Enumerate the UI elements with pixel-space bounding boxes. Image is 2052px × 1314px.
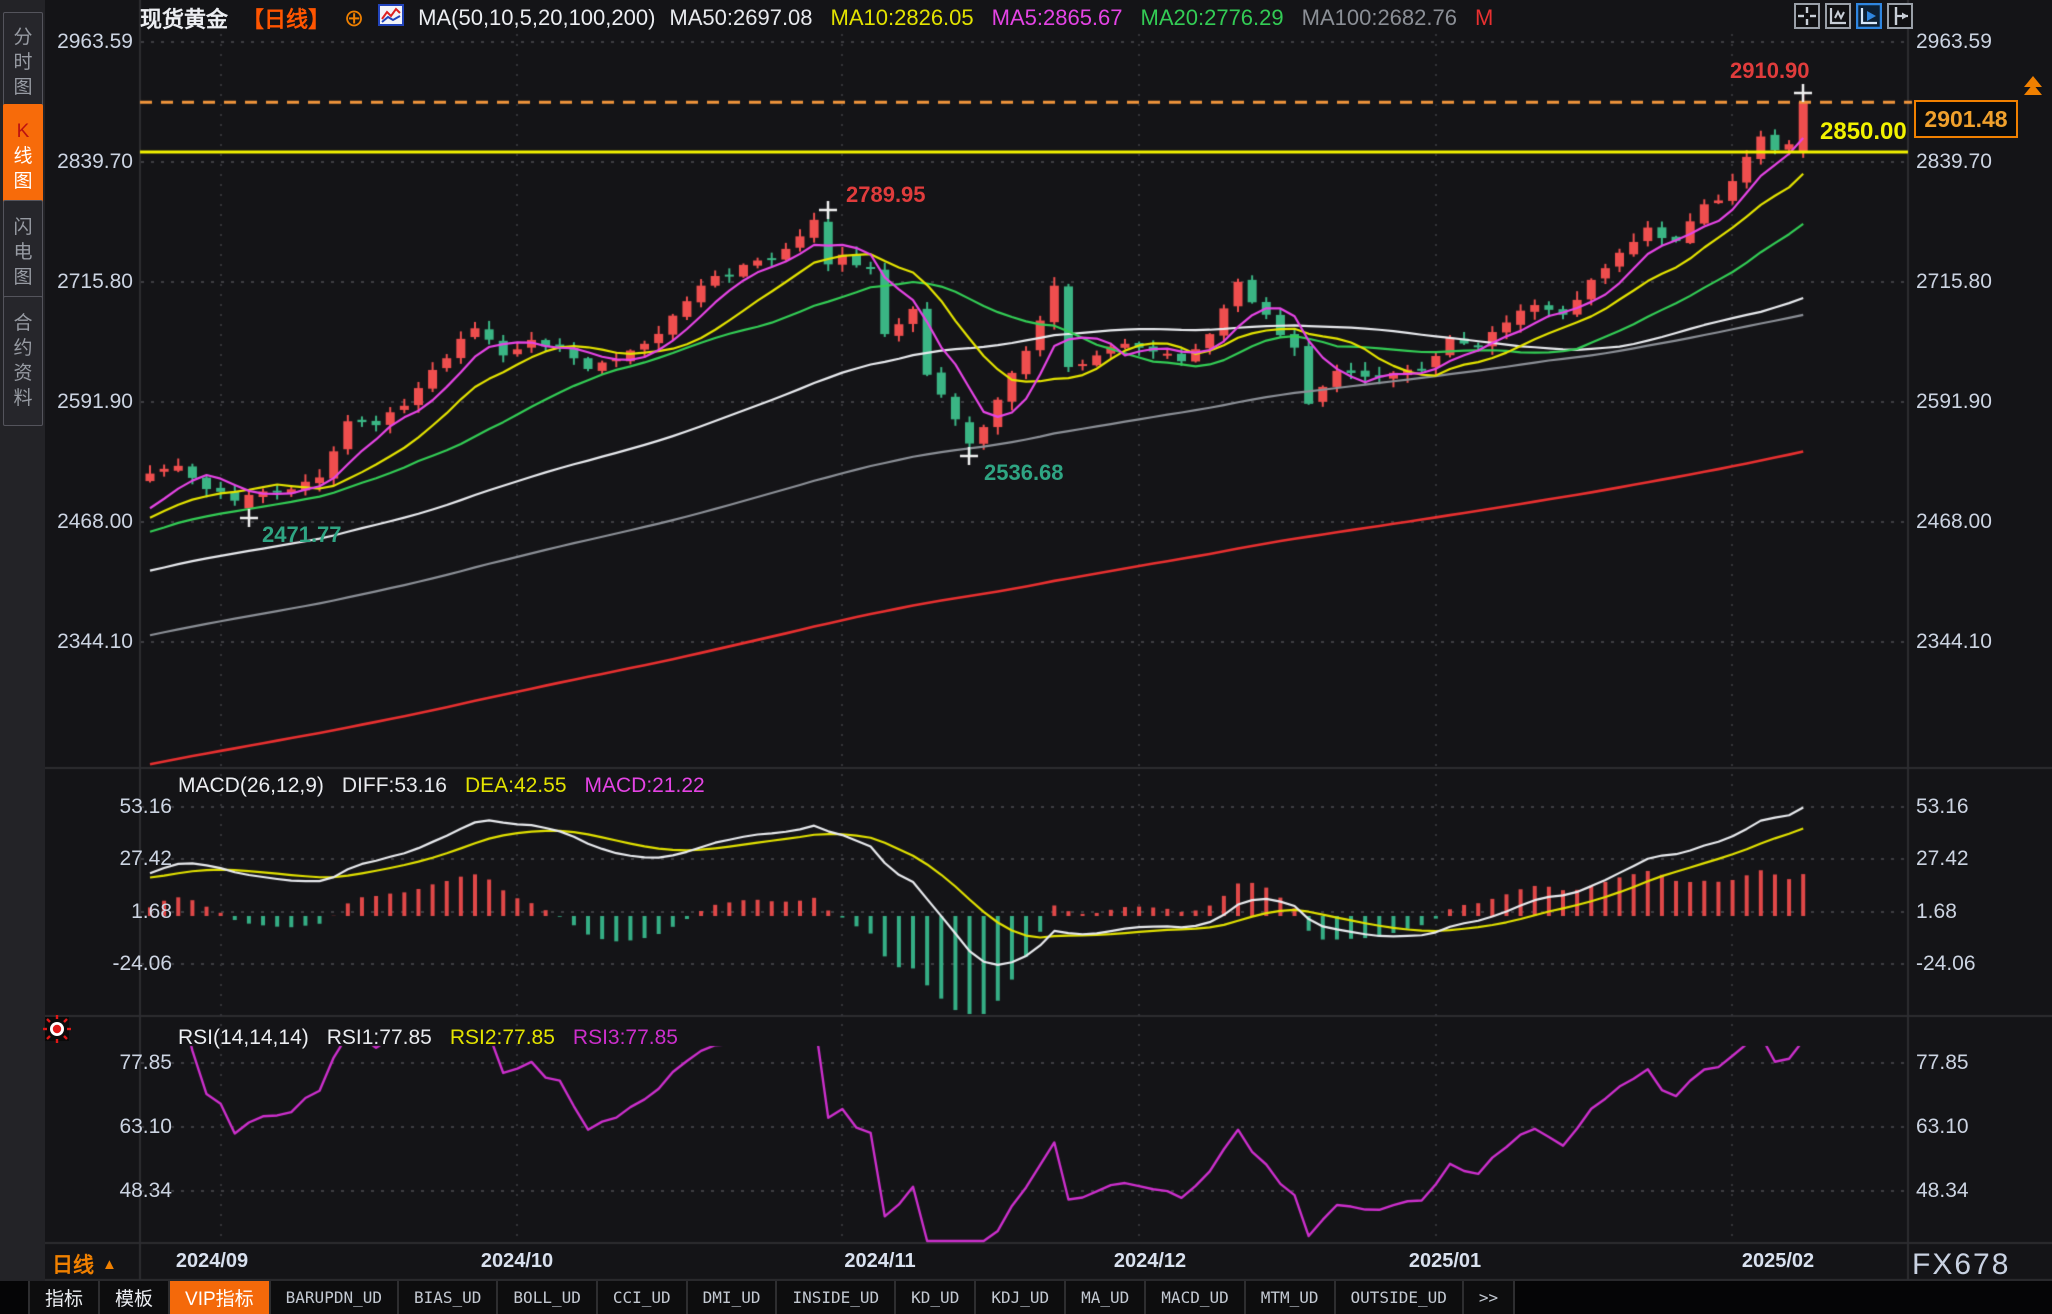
- sidebar-tab-char: 电: [13, 240, 32, 265]
- indicator-value: RSI1:77.85: [327, 1026, 432, 1050]
- indicator-alarm-icon[interactable]: [42, 1014, 72, 1049]
- ma-value: MA20:2776.29: [1141, 5, 1284, 31]
- axis-tick-label: 2591.90: [1916, 389, 2048, 415]
- axis-tick-label: 2715.80: [1916, 269, 2048, 295]
- ma-value: MA50:2697.08: [669, 5, 812, 31]
- sidebar-tab-char: 约: [13, 336, 32, 361]
- axis-play-icon[interactable]: [1856, 3, 1882, 29]
- bottom-tab-inside_ud[interactable]: INSIDE_UD: [777, 1281, 896, 1314]
- rsi-title: RSI(14,14,14): [178, 1026, 309, 1050]
- axis-tick-label: 2839.70: [0, 149, 133, 175]
- bottom-tab-boll_ud[interactable]: BOLL_UD: [498, 1281, 597, 1314]
- axis-tick-label: 2591.90: [0, 389, 133, 415]
- bottom-tab-bias_ud[interactable]: BIAS_UD: [399, 1281, 498, 1314]
- indicator-value: RSI3:77.85: [573, 1026, 678, 1050]
- axis-tick-label: 2839.70: [1916, 149, 2048, 175]
- axis-tick-label: 2468.00: [0, 509, 133, 535]
- axis-tick-label: 1.68: [0, 899, 172, 925]
- bottom-tab-mtm_ud[interactable]: MTM_UD: [1246, 1281, 1336, 1314]
- axis-tick-label: -24.06: [0, 951, 172, 977]
- bottom-tab-macd_ud[interactable]: MACD_UD: [1146, 1281, 1245, 1314]
- indicator-value: DEA:42.55: [465, 774, 567, 798]
- bottom-tab-kd_ud[interactable]: KD_UD: [896, 1281, 976, 1314]
- sidebar-tab-char: 资: [13, 361, 32, 386]
- axis-tick-label: 2344.10: [1916, 629, 2048, 655]
- axis-tick-label: 48.34: [1916, 1178, 2048, 1204]
- sidebar-tab-char: 闪: [13, 215, 32, 240]
- mini-chart-icon[interactable]: [378, 3, 404, 33]
- last-price-tag: 2901.48: [1914, 100, 2018, 138]
- axis-tick-label: 27.42: [1916, 846, 2048, 872]
- sidebar-tab-char: K: [17, 119, 30, 144]
- watermark: FX678: [1912, 1248, 2010, 1282]
- app-window: 分时图K线图闪电图合约资料 现货黄金 【日线】 ⊕ MA(50,10,5,20,…: [0, 0, 2052, 1314]
- axis-tick-label: 77.85: [0, 1050, 172, 1076]
- sidebar-tab-1[interactable]: 分时图: [3, 12, 43, 112]
- bottom-tab-dmi_ud[interactable]: DMI_UD: [688, 1281, 778, 1314]
- bottom-tab-ma_ud[interactable]: MA_UD: [1066, 1281, 1146, 1314]
- bottom-tab-kdj_ud[interactable]: KDJ_UD: [976, 1281, 1066, 1314]
- ma-value: M: [1475, 5, 1493, 31]
- ma-group-label: MA(50,10,5,20,100,200): [418, 5, 655, 31]
- price-annotation: 2910.90: [1730, 58, 1810, 84]
- axis-tick-label: 2963.59: [1916, 29, 2048, 55]
- bottom-tab-outside_ud[interactable]: OUTSIDE_UD: [1336, 1281, 1464, 1314]
- indicator-value: RSI2:77.85: [450, 1026, 555, 1050]
- sidebar-tab-char: 图: [13, 75, 32, 100]
- triangle-up-icon: ▲: [102, 1256, 117, 1273]
- axis-tick-label: 77.85: [1916, 1050, 2048, 1076]
- bottom-tab-cci_ud[interactable]: CCI_UD: [598, 1281, 688, 1314]
- month-label: 2025/02: [1742, 1250, 1814, 1273]
- ma-value: MA10:2826.05: [831, 5, 974, 31]
- macd-title: MACD(26,12,9): [178, 774, 324, 798]
- month-label: 2025/01: [1409, 1250, 1481, 1273]
- axis-tick-label: 63.10: [1916, 1114, 2048, 1140]
- price-annotation: 2789.95: [846, 182, 926, 208]
- bottom-tab-[interactable]: 指标: [28, 1281, 100, 1314]
- period-selector[interactable]: 日线 ▲: [52, 1249, 117, 1279]
- ma-value: MA5:2865.67: [992, 5, 1123, 31]
- horizontal-line-label: 2850.00: [1820, 118, 1907, 146]
- bottom-tab-[interactable]: >>: [1464, 1281, 1515, 1314]
- price-annotation: 2536.68: [984, 460, 1064, 486]
- ma-values: MA50:2697.08 MA10:2826.05 MA5:2865.67 MA20:…: [669, 5, 1493, 31]
- bottom-tab-vip[interactable]: VIP指标: [170, 1281, 271, 1314]
- axis-tick-label: 2468.00: [1916, 509, 2048, 535]
- axis-tick-label: 1.68: [1916, 899, 2048, 925]
- period-selector-label: 日线: [52, 1249, 94, 1279]
- ma-value: MA100:2682.76: [1302, 5, 1457, 31]
- bottom-tab-[interactable]: 模板: [100, 1281, 170, 1314]
- indicator-tabbar: 指标模板VIP指标BARUPDN_UDBIAS_UDBOLL_UDCCI_UDD…: [0, 1281, 2052, 1314]
- bottom-tab-barupdn_ud[interactable]: BARUPDN_UD: [271, 1281, 399, 1314]
- axis-tick-label: 63.10: [0, 1114, 172, 1140]
- axis-tick-label: 2344.10: [0, 629, 133, 655]
- period-tag[interactable]: 【日线】: [242, 2, 330, 34]
- month-label: 2024/11: [844, 1250, 915, 1273]
- pan-crosshair-icon[interactable]: [1794, 3, 1820, 29]
- month-label: 2024/09: [176, 1250, 248, 1273]
- indicator-value: DIFF:53.16: [342, 774, 447, 798]
- axis-tick-label: 27.42: [0, 846, 172, 872]
- axis-scale-icon[interactable]: [1825, 3, 1851, 29]
- axis-tick-label: -24.06: [1916, 951, 2048, 977]
- sidebar-tab-char: 合: [13, 311, 32, 336]
- last-bar-icon[interactable]: [1887, 3, 1913, 29]
- rsi-values: RSI1:77.85 RSI2:77.85 RSI3:77.85: [327, 1026, 678, 1050]
- month-label: 2024/12: [1114, 1250, 1186, 1273]
- circle-plus-icon[interactable]: ⊕: [344, 4, 364, 33]
- axis-tick-label: 48.34: [0, 1178, 172, 1204]
- axis-tick-label: 2963.59: [0, 29, 133, 55]
- axis-tick-label: 2715.80: [0, 269, 133, 295]
- month-label: 2024/10: [481, 1250, 553, 1273]
- macd-values: DIFF:53.16 DEA:42.55 MACD:21.22: [342, 774, 705, 798]
- chart-header: 现货黄金 【日线】 ⊕ MA(50,10,5,20,100,200) MA50:…: [140, 3, 1493, 33]
- rsi-header: RSI(14,14,14) RSI1:77.85 RSI2:77.85 RSI3:7…: [178, 1026, 678, 1050]
- price-annotation: 2471.77: [262, 522, 342, 548]
- axis-tick-label: 53.16: [1916, 794, 2048, 820]
- macd-header: MACD(26,12,9) DIFF:53.16 DEA:42.55 MACD:21…: [178, 774, 705, 798]
- indicator-value: MACD:21.22: [585, 774, 705, 798]
- symbol-title: 现货黄金: [140, 2, 228, 34]
- chart-toolbar: [1794, 3, 1913, 29]
- axis-tick-label: 53.16: [0, 794, 172, 820]
